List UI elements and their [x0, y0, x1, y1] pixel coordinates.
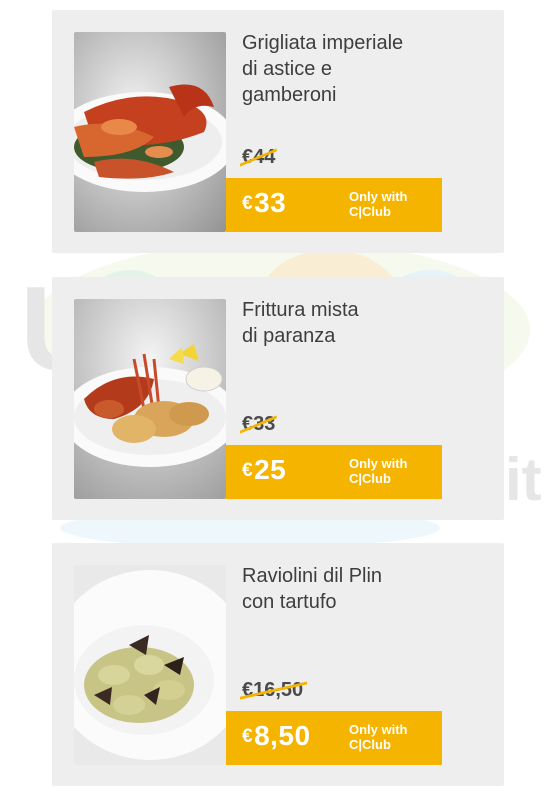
- club-only-note: Only with C|Club: [349, 189, 408, 219]
- strikethrough-icon: [240, 148, 277, 167]
- original-price: €16,50: [240, 679, 308, 702]
- offer-card-2[interactable]: Frittura mista di paranza €33 €25 Only w…: [52, 277, 504, 520]
- club-price-banner: €25 Only with C|Club: [226, 445, 442, 499]
- offer-title: Frittura mista di paranza: [242, 299, 359, 347]
- truffle-ravioli-image: [74, 565, 226, 765]
- offer-card-1[interactable]: Grigliata imperiale di astice e gamberon…: [52, 10, 504, 253]
- svg-text:it: it: [505, 446, 542, 513]
- original-price: €33: [240, 413, 277, 436]
- offer-card-3[interactable]: Raviolini dil Plin con tartufo €16,50 €8…: [52, 543, 504, 786]
- fried-fish-platter-image: [74, 299, 226, 499]
- club-only-note: Only with C|Club: [349, 722, 408, 752]
- offer-title: Raviolini dil Plin con tartufo: [242, 565, 383, 613]
- club-price-banner: €33 Only with C|Club: [226, 178, 442, 232]
- strikethrough-icon: [240, 681, 308, 700]
- club-price-banner: €8,50 Only with C|Club: [226, 711, 442, 765]
- club-price: €33: [242, 187, 287, 218]
- club-price: €25: [242, 454, 287, 485]
- original-price: €44: [240, 146, 277, 169]
- strikethrough-icon: [240, 415, 277, 434]
- lobster-platter-image: [74, 32, 226, 232]
- club-only-note: Only with C|Club: [349, 456, 408, 486]
- club-price: €8,50: [242, 720, 311, 751]
- offer-title: Grigliata imperiale di astice e gamberon…: [242, 32, 404, 106]
